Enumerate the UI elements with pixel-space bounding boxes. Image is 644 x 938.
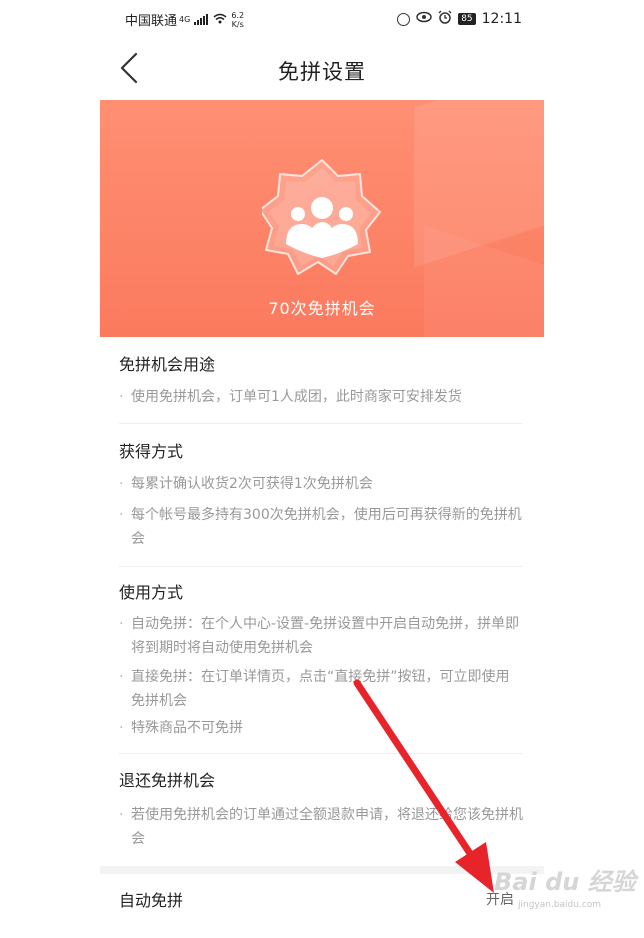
bullet-dot: · bbox=[119, 507, 124, 523]
auto-free-group-setting[interactable]: 自动免拼 开启 bbox=[100, 874, 544, 922]
status-bar: 中国联通 4G 6.2 K/s 85 12:11 bbox=[100, 0, 544, 36]
section-title: 获得方式 bbox=[119, 442, 184, 461]
signal-icon bbox=[194, 14, 209, 25]
bullet-dot: · bbox=[119, 616, 124, 632]
list-item-text: 每累计确认收货2次可获得1次免拼机会 bbox=[131, 476, 373, 492]
carrier-label: 中国联通 bbox=[125, 14, 178, 29]
alarm-icon bbox=[438, 10, 452, 28]
nav-header: 免拼设置 bbox=[100, 36, 544, 100]
list-item: · 每累计确认收货2次可获得1次免拼机会 bbox=[119, 472, 523, 496]
phone-screen: 中国联通 4G 6.2 K/s 85 12:11 免拼设置 70次免拼机会 免拼… bbox=[100, 0, 544, 938]
divider bbox=[119, 753, 522, 754]
list-item-text: 自动免拼：在个人中心-设置-免拼设置中开启自动免拼，拼单即将到期时将自动使用免拼… bbox=[131, 616, 520, 656]
list-item-text: 直接免拼：在订单详情页，点击“直接免拼”按钮，可立即使用免拼机会 bbox=[131, 669, 510, 709]
clock-time: 12:11 bbox=[481, 11, 522, 27]
list-item: · 若使用免拼机会的订单通过全额退款申请，将退还给您该免拼机会 bbox=[119, 803, 523, 851]
eye-icon bbox=[416, 11, 432, 27]
group-users-badge-icon bbox=[262, 159, 381, 275]
bullet-dot: · bbox=[119, 476, 124, 492]
section-gap bbox=[100, 866, 544, 874]
setting-label: 自动免拼 bbox=[119, 891, 184, 910]
wifi-icon bbox=[213, 13, 227, 27]
list-item: · 直接免拼：在订单详情页，点击“直接免拼”按钮，可立即使用免拼机会 bbox=[119, 665, 523, 713]
section-title: 免拼机会用途 bbox=[119, 355, 216, 374]
section-title: 使用方式 bbox=[119, 583, 184, 602]
divider bbox=[119, 566, 522, 567]
list-item-text: 使用免拼机会，订单可1人成团，此时商家可安排发货 bbox=[131, 389, 462, 405]
watermark-url: jingyan.baidu.com bbox=[518, 900, 602, 910]
divider bbox=[119, 423, 522, 424]
network-speed: 6.2 K/s bbox=[231, 11, 244, 29]
list-item-text: 特殊商品不可免拼 bbox=[131, 720, 243, 736]
bullet-dot: · bbox=[119, 669, 124, 685]
list-item: · 自动免拼：在个人中心-设置-免拼设置中开启自动免拼，拼单即将到期时将自动使用… bbox=[119, 612, 523, 660]
nfc-icon bbox=[397, 12, 411, 26]
speed-unit: K/s bbox=[231, 19, 244, 29]
list-item-text: 每个帐号最多持有300次免拼机会，使用后可再获得新的免拼机会 bbox=[131, 507, 522, 547]
page-title: 免拼设置 bbox=[278, 60, 366, 84]
hero-banner: 70次免拼机会 bbox=[100, 100, 544, 337]
network-type: 4G bbox=[179, 15, 191, 24]
free-group-count: 70次免拼机会 bbox=[268, 299, 376, 318]
list-item-text: 若使用免拼机会的订单通过全额退款申请，将退还给您该免拼机会 bbox=[131, 807, 523, 847]
bullet-dot: · bbox=[119, 389, 124, 405]
watermark-brand: Bai du 经验 bbox=[494, 868, 636, 896]
info-content: 免拼机会用途 · 使用免拼机会，订单可1人成团，此时商家可安排发货 获得方式 ·… bbox=[100, 337, 544, 867]
list-item: · 每个帐号最多持有300次免拼机会，使用后可再获得新的免拼机会 bbox=[119, 503, 523, 551]
status-right: 85 12:11 bbox=[397, 10, 522, 28]
speed-value: 6.2 bbox=[231, 10, 245, 20]
list-item: · 特殊商品不可免拼 bbox=[119, 716, 523, 740]
list-item: · 使用免拼机会，订单可1人成团，此时商家可安排发货 bbox=[119, 385, 523, 409]
battery-icon: 85 bbox=[458, 13, 476, 25]
baidu-jingyan-watermark: Bai du 经验 jingyan.baidu.com bbox=[494, 862, 644, 922]
bullet-dot: · bbox=[119, 720, 124, 736]
section-title: 退还免拼机会 bbox=[119, 771, 216, 790]
status-left: 中国联通 4G 6.2 K/s bbox=[125, 10, 244, 30]
bullet-dot: · bbox=[119, 807, 124, 823]
